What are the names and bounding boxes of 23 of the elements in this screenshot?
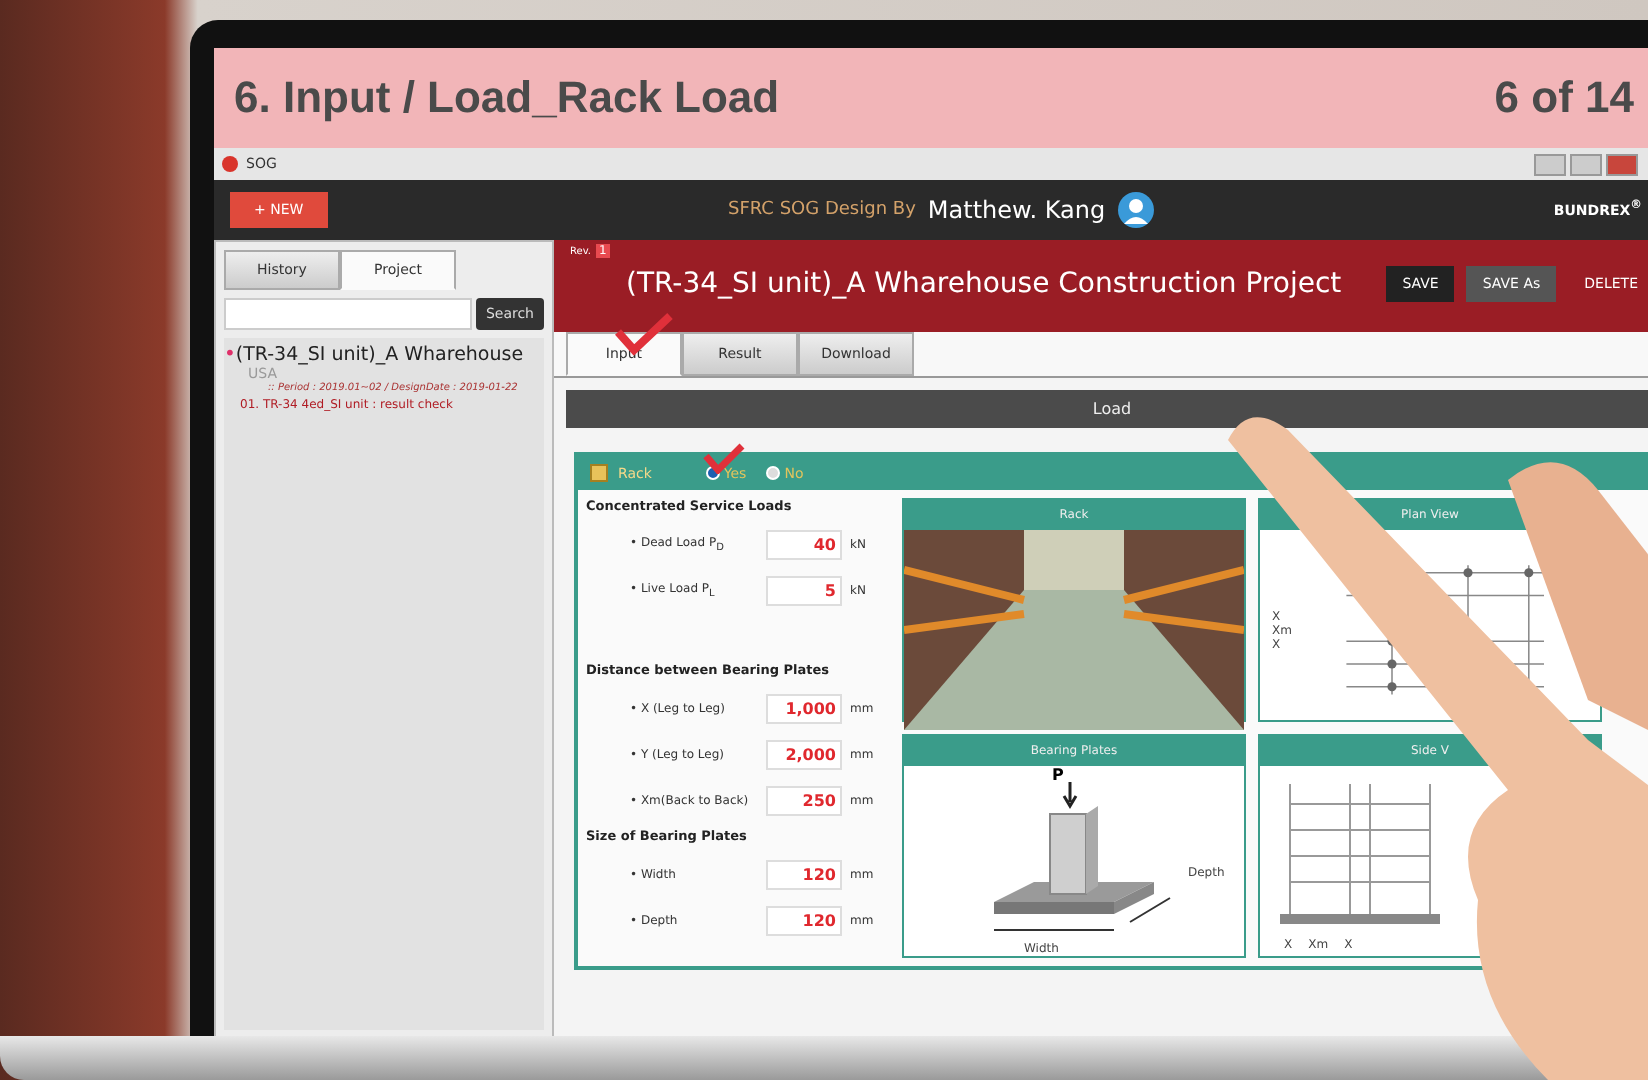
slide-title: 6. Input / Load_Rack Load [234,72,780,124]
section-bar: Load [566,390,1648,428]
value-field[interactable]: 120 [766,906,842,936]
value-field[interactable]: 250 [766,786,842,816]
tagline: SFRC SOG Design By [727,200,916,220]
project-title: (TR-34_SI unit)_A Wharehouse Construction Project [626,268,1342,300]
avatar-icon [1117,192,1154,228]
author-name: Matthew. Kang [927,196,1106,224]
value-field[interactable]: 2,000 [766,740,842,770]
search-field[interactable] [224,298,472,330]
app-icon [222,156,238,172]
value-field[interactable]: 40 [766,530,842,560]
value-field[interactable]: 5 [766,576,842,606]
minimize-button[interactable] [1534,153,1566,175]
page-count: 6 of 14 [1494,72,1634,124]
checkbox-icon[interactable] [590,464,608,482]
close-button[interactable] [1606,153,1638,175]
value-field[interactable]: 1,000 [766,694,842,724]
maximize-button[interactable] [1570,153,1602,175]
load-label: P [1052,766,1064,784]
value-field[interactable]: 120 [766,860,842,890]
bullet-icon: • [224,344,236,366]
project-title[interactable]: (TR-34_SI unit)_A Wharehouse [235,344,524,366]
